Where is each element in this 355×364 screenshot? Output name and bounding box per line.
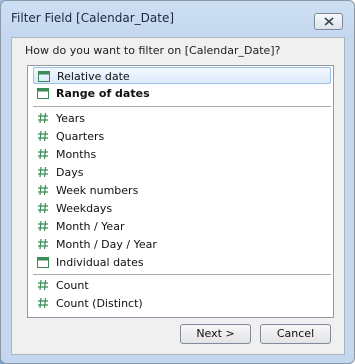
hash-icon: [38, 202, 48, 214]
list-item-label: Month / Day / Year: [56, 238, 157, 251]
dialog-content: How do you want to filter on [Calendar_D…: [11, 37, 345, 355]
list-item-count[interactable]: Count: [33, 277, 331, 294]
dialog-window: Filter Field [Calendar_Date] How do you …: [0, 0, 355, 364]
calendar-icon: [38, 71, 50, 82]
list-item-label: Range of dates: [56, 87, 150, 100]
hash-icon: [38, 220, 48, 232]
close-icon: [324, 17, 334, 26]
list-item-month-day-year[interactable]: Month / Day / Year: [33, 236, 331, 253]
dialog-title: Filter Field [Calendar_Date]: [11, 11, 175, 25]
list-item-individual-dates[interactable]: Individual dates: [33, 254, 331, 271]
list-item-relative-date[interactable]: Relative date: [33, 67, 331, 84]
cancel-button[interactable]: Cancel: [260, 324, 331, 344]
list-item-label: Relative date: [57, 70, 130, 83]
list-item-quarters[interactable]: Quarters: [33, 128, 331, 145]
list-item-years[interactable]: Years: [33, 110, 331, 127]
hash-icon: [38, 166, 48, 178]
hash-icon: [38, 130, 48, 142]
list-item-week-numbers[interactable]: Week numbers: [33, 182, 331, 199]
hash-icon: [38, 148, 48, 160]
filter-question: How do you want to filter on [Calendar_D…: [25, 44, 281, 57]
list-separator: [33, 274, 331, 275]
list-item-label: Weekdays: [56, 202, 113, 215]
list-item-label: Week numbers: [56, 184, 139, 197]
list-item-label: Month / Year: [56, 220, 125, 233]
calendar-icon: [37, 257, 49, 268]
next-button[interactable]: Next >: [180, 324, 251, 344]
hash-icon: [38, 112, 48, 124]
list-item-days[interactable]: Days: [33, 164, 331, 181]
list-item-label: Years: [56, 112, 86, 125]
hash-icon: [38, 297, 48, 309]
list-item-label: Days: [56, 166, 84, 179]
filter-type-list[interactable]: Relative date Range of dates Years Quart…: [27, 65, 334, 318]
list-item-weekdays[interactable]: Weekdays: [33, 200, 331, 217]
hash-icon: [38, 279, 48, 291]
list-item-label: Count (Distinct): [56, 297, 143, 310]
list-item-label: Count: [56, 279, 89, 292]
list-item-months[interactable]: Months: [33, 146, 331, 163]
list-item-label: Months: [56, 148, 97, 161]
calendar-icon: [37, 88, 49, 99]
hash-icon: [38, 184, 48, 196]
list-item-range-of-dates[interactable]: Range of dates: [33, 85, 331, 102]
hash-icon: [38, 238, 48, 250]
list-item-month-year[interactable]: Month / Year: [33, 218, 331, 235]
list-separator: [33, 106, 331, 107]
list-item-label: Individual dates: [56, 256, 144, 269]
close-button[interactable]: [314, 13, 343, 30]
list-item-label: Quarters: [56, 130, 105, 143]
list-item-count-distinct[interactable]: Count (Distinct): [33, 295, 331, 312]
